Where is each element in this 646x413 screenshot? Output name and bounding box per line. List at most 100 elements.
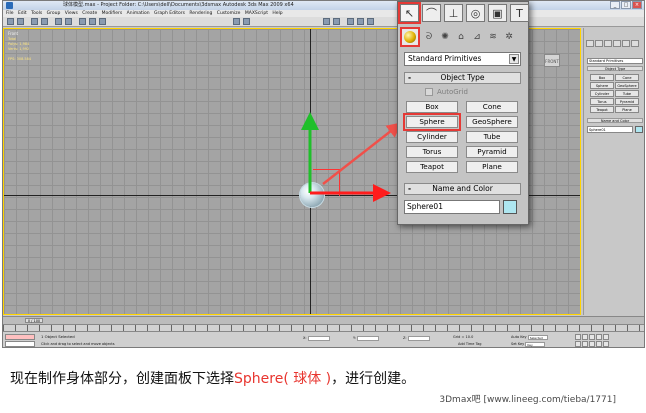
mini-sphere-button[interactable]: Sphere (590, 82, 614, 89)
menu-maxscript[interactable]: MAXScript (245, 11, 268, 16)
menu-animation[interactable]: Animation (127, 11, 150, 16)
material-editor-icon[interactable] (347, 18, 354, 25)
tube-button[interactable]: Tube (466, 131, 518, 143)
time-slider[interactable]: 0 / 100 (3, 316, 644, 324)
cone-button[interactable]: Cone (466, 101, 518, 113)
prev-frame-icon[interactable] (582, 334, 588, 340)
autogrid-checkbox[interactable] (425, 88, 433, 96)
mini-color-swatch[interactable] (635, 126, 643, 133)
mini-cylinder-button[interactable]: Cylinder (590, 90, 614, 97)
rotate-icon[interactable] (89, 18, 96, 25)
redo-icon[interactable] (17, 18, 24, 25)
mini-motion-icon[interactable] (613, 40, 621, 47)
motion-tab[interactable]: ◎ (466, 4, 485, 22)
mini-name-field[interactable]: Sphere01 (587, 126, 633, 133)
menu-graph-editors[interactable]: Graph Editors (154, 11, 185, 16)
pyramid-button[interactable]: Pyramid (466, 146, 518, 158)
menu-file[interactable]: File (6, 11, 14, 16)
mini-primitive-dropdown[interactable]: Standard Primitives (587, 58, 643, 64)
select-icon[interactable] (55, 18, 62, 25)
track-bar[interactable] (3, 324, 644, 331)
fov-icon[interactable] (596, 341, 602, 347)
menu-rendering[interactable]: Rendering (189, 11, 212, 16)
geosphere-button[interactable]: GeoSphere (466, 116, 518, 128)
menu-modifiers[interactable]: Modifiers (102, 11, 123, 16)
display-tab[interactable]: ▣ (488, 4, 507, 22)
utilities-tab[interactable]: T (510, 4, 529, 22)
play-icon[interactable] (589, 334, 595, 340)
mini-tube-button[interactable]: Tube (615, 90, 639, 97)
y-coord-field[interactable] (356, 335, 379, 341)
hierarchy-tab[interactable]: ⊥ (444, 4, 463, 22)
mini-geosphere-button[interactable]: GeoSphere (615, 82, 639, 89)
menu-group[interactable]: Group (47, 11, 61, 16)
create-tab[interactable]: ↖ (398, 2, 421, 24)
mini-name-color-header[interactable]: Name and Color (587, 118, 643, 123)
menu-views[interactable]: Views (65, 11, 78, 16)
selected-dropdown[interactable]: Selected (527, 334, 548, 340)
time-slider-handle[interactable]: 0 / 100 (25, 318, 43, 323)
plane-button[interactable]: Plane (466, 161, 518, 173)
mini-plane-button[interactable]: Plane (615, 106, 639, 113)
systems-tab[interactable]: ✲ (502, 30, 516, 44)
snap-icon[interactable] (233, 18, 240, 25)
mini-box-button[interactable]: Box (590, 74, 614, 81)
collapse-icon[interactable]: - (408, 73, 411, 83)
x-coord-field[interactable] (307, 335, 330, 341)
mini-create-icon[interactable] (586, 40, 594, 47)
mini-display-icon[interactable] (622, 40, 630, 47)
object-color-swatch[interactable] (503, 200, 517, 214)
cylinder-button[interactable]: Cylinder (406, 131, 458, 143)
orbit-icon[interactable] (589, 341, 595, 347)
mirror-icon[interactable] (323, 18, 330, 25)
mini-object-type-header[interactable]: Object Type (587, 66, 643, 71)
geometry-tab[interactable] (400, 27, 420, 47)
zoom-icon[interactable] (575, 341, 581, 347)
teapot-button[interactable]: Teapot (406, 161, 458, 173)
maxscript-listener-mini[interactable] (5, 334, 35, 340)
unlink-icon[interactable] (41, 18, 48, 25)
viewport-label[interactable]: Front (8, 31, 18, 36)
mini-pyramid-button[interactable]: Pyramid (615, 98, 639, 105)
box-button[interactable]: Box (406, 101, 458, 113)
sphere-object[interactable] (300, 183, 324, 207)
render-setup-icon[interactable] (357, 18, 364, 25)
collapse-icon[interactable]: - (408, 184, 411, 194)
move-icon[interactable] (79, 18, 86, 25)
maximize-viewport-icon[interactable] (603, 341, 609, 347)
modify-tab[interactable]: ⌒ (422, 4, 441, 22)
z-coord-field[interactable] (407, 335, 430, 341)
mini-torus-button[interactable]: Torus (590, 98, 614, 105)
primitive-type-dropdown[interactable]: Standard Primitives ▼ (404, 52, 521, 66)
align-icon[interactable] (333, 18, 340, 25)
mini-hierarchy-icon[interactable] (604, 40, 612, 47)
spacewarps-tab[interactable]: ≋ (486, 30, 500, 44)
chevron-down-icon[interactable]: ▼ (509, 54, 519, 64)
minimize-button[interactable]: _ (610, 1, 620, 9)
auto-key-button[interactable]: Auto Key (511, 335, 527, 339)
scale-icon[interactable] (99, 18, 106, 25)
autogrid-option[interactable]: AutoGrid (425, 88, 468, 96)
viewcube[interactable]: FRONT (544, 54, 560, 67)
pan-icon[interactable] (582, 341, 588, 347)
object-type-rollout-header[interactable]: - Object Type (404, 72, 521, 84)
shapes-tab[interactable]: ᘐ (422, 30, 436, 44)
menu-customize[interactable]: Customize (217, 11, 241, 16)
goto-start-icon[interactable] (575, 334, 581, 340)
object-name-field[interactable]: Sphere01 (404, 200, 500, 214)
angle-snap-icon[interactable] (243, 18, 250, 25)
torus-button[interactable]: Torus (406, 146, 458, 158)
menu-help[interactable]: Help (272, 11, 282, 16)
mini-modify-icon[interactable] (595, 40, 603, 47)
key-filters-button[interactable]: Key Filters... (525, 341, 546, 347)
set-key-button[interactable]: Set Key (511, 342, 524, 346)
next-frame-icon[interactable] (596, 334, 602, 340)
lights-tab[interactable]: ✺ (438, 30, 452, 44)
select-by-name-icon[interactable] (65, 18, 72, 25)
sphere-button[interactable]: Sphere (403, 113, 461, 131)
close-button[interactable]: × (632, 1, 642, 9)
render-icon[interactable] (367, 18, 374, 25)
undo-icon[interactable] (7, 18, 14, 25)
menu-tools[interactable]: Tools (31, 11, 42, 16)
menu-edit[interactable]: Edit (18, 11, 27, 16)
